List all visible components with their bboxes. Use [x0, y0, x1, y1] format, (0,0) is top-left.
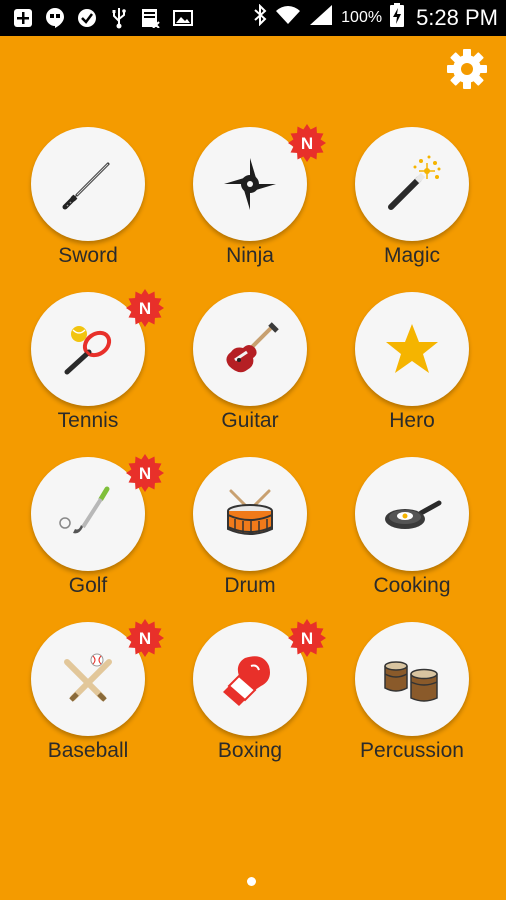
- status-bar: 100% 5:28 PM: [0, 0, 506, 36]
- golf-club-icon: [59, 486, 110, 534]
- gallery-icon: [172, 7, 194, 29]
- page-indicator-dot: [247, 877, 256, 886]
- app-tile-percussion[interactable]: Percussion: [332, 619, 492, 784]
- signal-icon: [309, 4, 333, 32]
- new-badge: N: [288, 619, 326, 657]
- guitar-icon: [226, 322, 279, 373]
- badge-text: N: [139, 299, 151, 318]
- checkmark-circle-icon: [76, 7, 98, 29]
- shuriken-icon: [224, 158, 276, 210]
- app-label: Magic: [383, 244, 441, 267]
- app-tile-golf[interactable]: N Golf: [8, 454, 168, 619]
- badge-text: N: [139, 629, 151, 648]
- app-tile-hero[interactable]: Hero: [332, 289, 492, 454]
- new-badge: N: [126, 619, 164, 657]
- app-tile-sword[interactable]: Sword: [8, 124, 168, 289]
- bluetooth-icon: [253, 3, 267, 32]
- boxing-glove-icon: [223, 656, 270, 706]
- app-label: Sword: [58, 244, 118, 267]
- magic-wand-icon: [388, 155, 441, 210]
- tennis-racket-icon: [64, 326, 112, 375]
- settings-button[interactable]: [446, 48, 488, 90]
- news-icon: [140, 7, 162, 29]
- usb-icon: [108, 7, 130, 29]
- app-label: Drum: [224, 574, 276, 597]
- app-tile-guitar[interactable]: Guitar: [170, 289, 330, 454]
- star-icon: [386, 324, 438, 373]
- notification-icons: [12, 6, 194, 30]
- hangouts-icon: [44, 7, 66, 29]
- clock: 5:28 PM: [416, 5, 498, 30]
- app-label: Golf: [68, 574, 108, 597]
- new-badge: N: [126, 454, 164, 492]
- app-label: Guitar: [221, 409, 279, 432]
- system-icons: 100% 5:28 PM: [253, 3, 498, 33]
- app-tile-boxing[interactable]: N Boxing: [170, 619, 330, 784]
- app-tile-drum[interactable]: Drum: [170, 454, 330, 619]
- app-label: Percussion: [360, 739, 464, 762]
- app-label: Ninja: [226, 244, 274, 267]
- baseball-bats-icon: [64, 653, 112, 702]
- app-tile-baseball[interactable]: N Baseball: [8, 619, 168, 784]
- app-tile-ninja[interactable]: N Ninja: [170, 124, 330, 289]
- new-badge: N: [288, 124, 326, 162]
- wifi-icon: [275, 5, 301, 31]
- app-label: Hero: [389, 409, 435, 432]
- app-tile-magic[interactable]: Magic: [332, 124, 492, 289]
- battery-charging-icon: [390, 3, 405, 33]
- new-badge: N: [126, 289, 164, 327]
- frying-pan-icon: [385, 500, 442, 529]
- app-tile-tennis[interactable]: N Tennis: [8, 289, 168, 454]
- app-tile-cooking[interactable]: Cooking: [332, 454, 492, 619]
- app-label: Cooking: [373, 574, 451, 597]
- plus-box-icon: [12, 7, 34, 29]
- app-label: Boxing: [217, 739, 283, 762]
- app-label: Tennis: [57, 409, 119, 432]
- percussion-drums-icon: [384, 661, 438, 702]
- badge-text: N: [301, 629, 313, 648]
- gear-icon: [447, 49, 487, 89]
- battery-percent: 100%: [341, 9, 383, 26]
- badge-text: N: [301, 134, 313, 153]
- badge-text: N: [139, 464, 151, 483]
- drum-icon: [227, 489, 273, 535]
- app-label: Baseball: [47, 739, 129, 762]
- sword-icon: [62, 162, 110, 210]
